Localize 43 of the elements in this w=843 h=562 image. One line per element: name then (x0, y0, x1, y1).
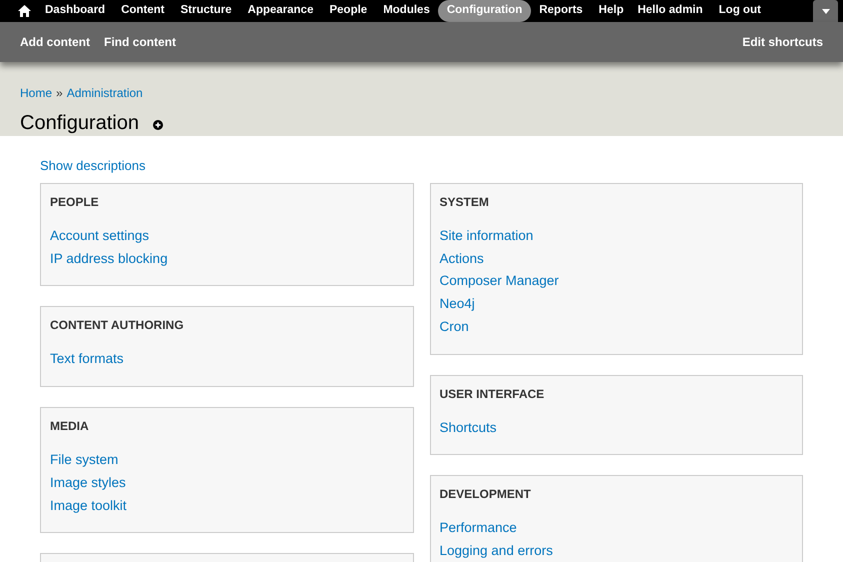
logout-link[interactable]: Log out (718, 2, 761, 20)
caret-icon (822, 8, 830, 14)
config-link[interactable]: Cron (440, 316, 469, 339)
panel-title: PEOPLE (50, 195, 100, 209)
config-link[interactable]: Image toolkit (50, 494, 127, 518)
config-link[interactable]: Actions (440, 248, 484, 270)
config-link[interactable]: IP address blocking (50, 248, 168, 270)
panel-title: DEVELOPMENT (440, 487, 532, 502)
breadcrumb-link[interactable]: Home (20, 84, 52, 102)
user-greeting: Hello admin (638, 3, 703, 18)
config-link[interactable]: Performance (440, 517, 517, 540)
panel-title: USER INTERFACE (440, 386, 546, 401)
toolbar-menu-item[interactable]: Reports (531, 0, 591, 22)
edit-shortcuts-link[interactable]: Edit shortcuts (742, 33, 823, 51)
home-icon[interactable] (18, 5, 31, 17)
toolbar-menu-item[interactable]: People (321, 0, 376, 22)
breadcrumb-separator: » (56, 85, 63, 102)
show-descriptions-link[interactable]: Show descriptions (40, 157, 803, 175)
panel-title: MEDIA (50, 419, 90, 434)
toolbar-menu-item[interactable]: Content (113, 0, 173, 22)
config-link[interactable]: File system (50, 449, 118, 472)
shortcut-link[interactable]: Add content (20, 33, 90, 51)
config-link[interactable]: Logging and errors (440, 540, 553, 562)
config-link[interactable]: Shortcuts (440, 416, 497, 440)
panel-title: SYSTEM (440, 195, 490, 209)
toolbar-menu-item[interactable]: Configuration (438, 0, 532, 22)
toolbar-menu-item[interactable]: Dashboard (37, 0, 114, 22)
toolbar-menu-item[interactable]: Help (590, 0, 632, 22)
config-link[interactable]: Text formats (50, 348, 124, 372)
toolbar-menu-item[interactable]: Modules (375, 0, 438, 22)
panel-title: CONTENT AUTHORING (50, 318, 185, 332)
shortcut-link[interactable]: Find content (104, 33, 176, 51)
dropdown-toggle-button[interactable] (813, 0, 838, 22)
config-link[interactable]: Site information (440, 225, 534, 248)
page-title: Configuration (20, 111, 139, 136)
toolbar-menu-item[interactable]: Structure (172, 0, 240, 22)
config-link[interactable]: Account settings (50, 225, 150, 248)
config-link[interactable]: Image styles (50, 472, 126, 495)
breadcrumb-link[interactable]: Administration (66, 84, 143, 102)
toolbar-menu-item[interactable]: Appearance (240, 0, 322, 22)
config-link[interactable]: Neo4j (440, 293, 475, 316)
add-shortcut-icon[interactable] (152, 120, 163, 130)
config-link[interactable]: Composer Manager (440, 270, 559, 294)
